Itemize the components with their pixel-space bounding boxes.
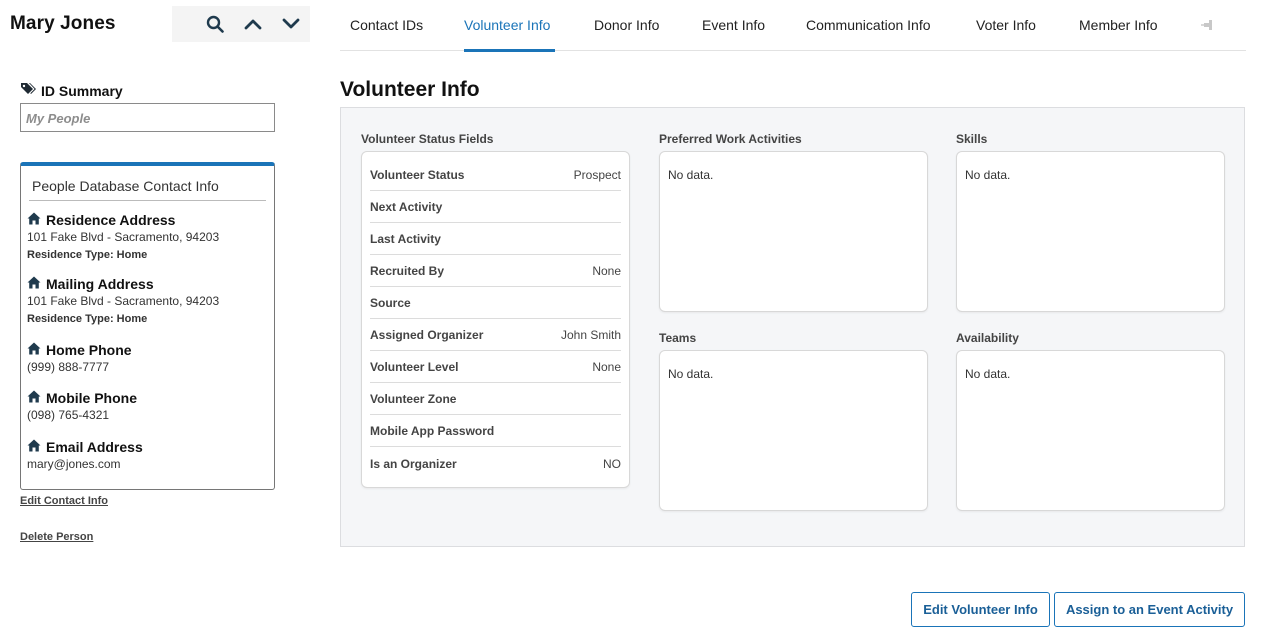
chevron-down-icon[interactable] [279,12,303,36]
record-navigation [172,6,310,42]
id-summary-heading: ID Summary [20,82,123,99]
mailing-address-block: Mailing Address 101 Fake Blvd - Sacramen… [27,276,268,325]
home-phone-block: Home Phone (999) 888-7777 [27,342,268,374]
status-row: Volunteer Level None [370,351,621,383]
tab-event-info[interactable]: Event Info [702,17,765,33]
mobile-phone-value: (098) 765-4321 [27,408,110,422]
pin-icon[interactable] [1200,18,1216,37]
no-data-text: No data. [668,168,714,182]
contact-card-title: People Database Contact Info [29,166,266,201]
skills-label: Skills [956,132,988,146]
status-row: Recruited By None [370,255,621,287]
email-address-title: Email Address [46,439,143,455]
residence-address-line: 101 Fake Blvd - Sacramento, 94203 [27,230,220,244]
residence-type: Residence Type: Home [27,249,148,261]
home-icon [27,212,41,228]
skills-box: No data. [956,151,1225,312]
status-row: Mobile App Password [370,415,621,447]
tags-icon [20,82,36,99]
preferred-work-label: Preferred Work Activities [659,132,802,146]
tab-contact-ids[interactable]: Contact IDs [350,17,423,33]
no-data-text: No data. [668,367,714,381]
search-icon[interactable] [203,12,227,36]
home-icon [27,276,41,292]
home-icon [27,390,41,406]
contact-info-card: People Database Contact Info Residence A… [20,162,275,490]
status-fields-label: Volunteer Status Fields [361,132,494,146]
mailing-residence-type: Residence Type: Home [27,313,148,325]
home-icon [27,342,41,358]
email-address-block: Email Address mary@jones.com [27,439,268,471]
edit-volunteer-info-button[interactable]: Edit Volunteer Info [911,592,1050,627]
active-tab-indicator [464,49,555,52]
home-icon [27,439,41,455]
tab-member-info[interactable]: Member Info [1079,17,1158,33]
status-row: Volunteer Zone [370,383,621,415]
preferred-work-box: No data. [659,151,928,312]
no-data-text: No data. [965,168,1011,182]
tab-bar: Contact IDs Volunteer Info Donor Info Ev… [340,0,1246,52]
mobile-phone-block: Mobile Phone (098) 765-4321 [27,390,268,422]
teams-box: No data. [659,350,928,511]
my-people-field[interactable]: My People [20,103,275,132]
residence-address-block: Residence Address 101 Fake Blvd - Sacram… [27,212,268,261]
mailing-address-title: Mailing Address [46,276,154,292]
status-row: Next Activity [370,191,621,223]
tab-volunteer-info[interactable]: Volunteer Info [464,17,550,33]
teams-label: Teams [659,331,697,345]
tab-communication-info[interactable]: Communication Info [806,17,931,33]
home-phone-value: (999) 888-7777 [27,360,110,374]
volunteer-info-panel: Volunteer Status Fields Volunteer Status… [340,107,1245,547]
availability-label: Availability [956,331,1019,345]
mailing-address-line: 101 Fake Blvd - Sacramento, 94203 [27,294,220,308]
chevron-up-icon[interactable] [241,12,265,36]
delete-person-link[interactable]: Delete Person [20,531,93,543]
status-row: Is an Organizer NO [370,457,621,471]
status-row: Assigned Organizer John Smith [370,319,621,351]
mobile-phone-title: Mobile Phone [46,390,137,406]
assign-event-activity-button[interactable]: Assign to an Event Activity [1054,592,1245,627]
edit-contact-info-link[interactable]: Edit Contact Info [20,495,108,507]
availability-box: No data. [956,350,1225,511]
person-name: Mary Jones [10,13,116,34]
email-address-value: mary@jones.com [27,457,121,471]
residence-address-title: Residence Address [46,212,176,228]
tab-donor-info[interactable]: Donor Info [594,17,659,33]
no-data-text: No data. [965,367,1011,381]
page-title: Volunteer Info [340,78,480,101]
status-row: Last Activity [370,223,621,255]
tab-voter-info[interactable]: Voter Info [976,17,1036,33]
status-fields-box: Volunteer Status Prospect Next Activity L… [361,151,630,488]
id-summary-title: ID Summary [41,82,123,99]
status-row: Volunteer Status Prospect [370,159,621,191]
status-row: Source [370,287,621,319]
home-phone-title: Home Phone [46,342,132,358]
